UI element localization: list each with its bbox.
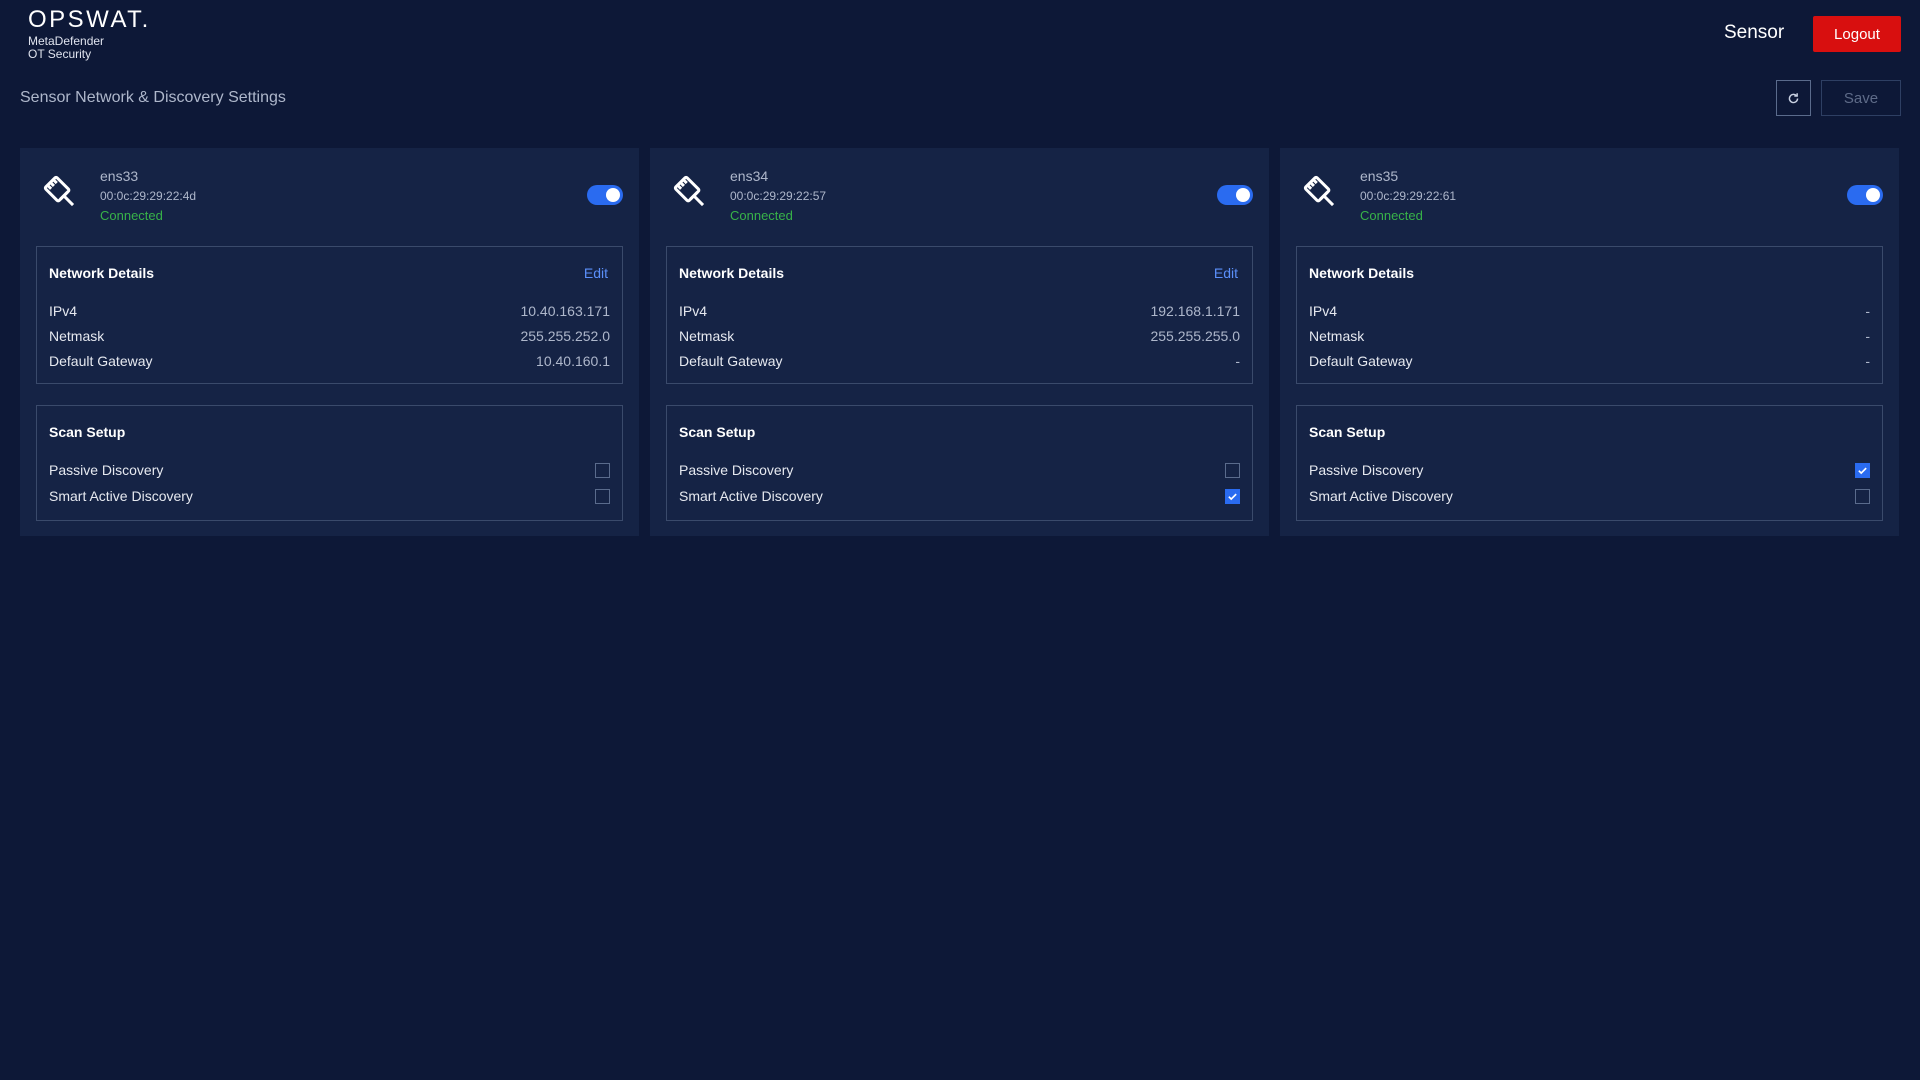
gateway-row: Default Gateway - — [679, 351, 1240, 371]
toggle-knob — [606, 188, 620, 202]
toggle-knob — [1236, 188, 1250, 202]
gateway-label: Default Gateway — [679, 353, 783, 369]
gateway-label: Default Gateway — [1309, 353, 1413, 369]
smart-active-discovery-label: Smart Active Discovery — [1309, 488, 1453, 504]
passive-discovery-label: Passive Discovery — [1309, 462, 1424, 478]
interface-enable-toggle[interactable] — [1847, 185, 1883, 205]
network-details-title: Network Details — [1309, 265, 1415, 281]
edit-network-link[interactable]: Edit — [1214, 265, 1238, 281]
ipv4-label: IPv4 — [1309, 303, 1338, 319]
smart-active-discovery-row: Smart Active Discovery — [1309, 486, 1870, 506]
interface-status: Connected — [1360, 208, 1423, 223]
ipv4-row: IPv4 - — [1309, 301, 1870, 321]
smart-active-discovery-label: Smart Active Discovery — [49, 488, 193, 504]
ipv4-value: - — [1865, 303, 1870, 319]
smart-active-discovery-checkbox[interactable] — [595, 488, 610, 504]
netmask-label: Netmask — [679, 328, 735, 344]
netmask-label: Netmask — [1309, 328, 1365, 344]
logo-wordmark: OPSWAT. — [28, 6, 151, 33]
network-details-panel: Network Details Edit IPv4 192.168.1.171 … — [666, 246, 1253, 384]
interface-mac-address: 00:0c:29:29:22:61 — [1360, 189, 1457, 203]
logout-button[interactable]: Logout — [1813, 16, 1901, 52]
ipv4-label: IPv4 — [679, 303, 708, 319]
interface-name: ens33 — [100, 168, 139, 184]
interface-status: Connected — [730, 208, 793, 223]
ethernet-cable-icon — [1303, 175, 1335, 207]
netmask-row: Netmask - — [1309, 326, 1870, 346]
passive-discovery-checkbox[interactable] — [1855, 462, 1870, 478]
netmask-label: Netmask — [49, 328, 105, 344]
checkmark-icon — [1858, 467, 1867, 474]
network-details-panel: Network Details IPv4 - Netmask - Default… — [1296, 246, 1883, 384]
interface-mac-address: 00:0c:29:29:22:57 — [730, 189, 827, 203]
smart-active-discovery-label: Smart Active Discovery — [679, 488, 823, 504]
ipv4-value: 10.40.163.171 — [520, 303, 610, 319]
ipv4-value: 192.168.1.171 — [1150, 303, 1240, 319]
netmask-row: Netmask 255.255.252.0 — [49, 326, 610, 346]
ipv4-label: IPv4 — [49, 303, 78, 319]
passive-discovery-label: Passive Discovery — [49, 462, 164, 478]
scan-setup-panel: Scan Setup Passive Discovery Smart Activ… — [666, 405, 1253, 521]
passive-discovery-checkbox[interactable] — [595, 462, 610, 478]
netmask-row: Netmask 255.255.255.0 — [679, 326, 1240, 346]
network-details-title: Network Details — [679, 265, 785, 281]
interface-enable-toggle[interactable] — [1217, 185, 1253, 205]
refresh-button[interactable] — [1776, 80, 1811, 116]
scan-setup-title: Scan Setup — [49, 424, 126, 440]
passive-discovery-row: Passive Discovery — [49, 460, 610, 480]
toggle-knob — [1866, 188, 1880, 202]
interface-mac-address: 00:0c:29:29:22:4d — [100, 189, 197, 203]
network-details-title: Network Details — [49, 265, 155, 281]
gateway-value: - — [1865, 353, 1870, 369]
smart-active-discovery-row: Smart Active Discovery — [679, 486, 1240, 506]
interface-card-ens33: ens33 00:0c:29:29:22:4d Connected Networ… — [20, 148, 639, 536]
passive-discovery-label: Passive Discovery — [679, 462, 794, 478]
checkmark-icon — [1228, 493, 1237, 500]
gateway-value: 10.40.160.1 — [536, 353, 610, 369]
gateway-value: - — [1235, 353, 1240, 369]
netmask-value: 255.255.255.0 — [1150, 328, 1240, 344]
scan-setup-panel: Scan Setup Passive Discovery Smart Activ… — [1296, 405, 1883, 521]
passive-discovery-checkbox[interactable] — [1225, 462, 1240, 478]
passive-discovery-row: Passive Discovery — [1309, 460, 1870, 480]
interface-status: Connected — [100, 208, 163, 223]
gateway-row: Default Gateway - — [1309, 351, 1870, 371]
ipv4-row: IPv4 192.168.1.171 — [679, 301, 1240, 321]
network-details-panel: Network Details Edit IPv4 10.40.163.171 … — [36, 246, 623, 384]
sensor-label: Sensor — [1724, 22, 1785, 43]
interface-cards: ens33 00:0c:29:29:22:4d Connected Networ… — [20, 148, 1900, 536]
ipv4-row: IPv4 10.40.163.171 — [49, 301, 610, 321]
opswat-logo: OPSWAT. MetaDefender OT Security — [28, 8, 151, 61]
netmask-value: - — [1865, 328, 1870, 344]
refresh-icon — [1788, 92, 1799, 103]
save-button[interactable]: Save — [1821, 80, 1901, 116]
smart-active-discovery-checkbox[interactable] — [1855, 488, 1870, 504]
scan-setup-panel: Scan Setup Passive Discovery Smart Activ… — [36, 405, 623, 521]
interface-name: ens35 — [1360, 168, 1399, 184]
logo-product-line2: OT Security — [28, 47, 92, 61]
interface-name: ens34 — [730, 168, 769, 184]
interface-card-ens34: ens34 00:0c:29:29:22:57 Connected Networ… — [650, 148, 1269, 536]
edit-network-link[interactable]: Edit — [584, 265, 608, 281]
page-title: Sensor Network & Discovery Settings — [20, 89, 286, 106]
scan-setup-title: Scan Setup — [1309, 424, 1386, 440]
interface-card-ens35: ens35 00:0c:29:29:22:61 Connected Networ… — [1280, 148, 1899, 536]
smart-active-discovery-checkbox[interactable] — [1225, 488, 1240, 504]
scan-setup-title: Scan Setup — [679, 424, 756, 440]
smart-active-discovery-row: Smart Active Discovery — [49, 486, 610, 506]
gateway-row: Default Gateway 10.40.160.1 — [49, 351, 610, 371]
netmask-value: 255.255.252.0 — [520, 328, 610, 344]
top-bar: OPSWAT. MetaDefender OT Security Sensor … — [0, 0, 1920, 66]
interface-enable-toggle[interactable] — [587, 185, 623, 205]
gateway-label: Default Gateway — [49, 353, 153, 369]
ethernet-cable-icon — [673, 175, 705, 207]
passive-discovery-row: Passive Discovery — [679, 460, 1240, 480]
ethernet-cable-icon — [43, 175, 75, 207]
